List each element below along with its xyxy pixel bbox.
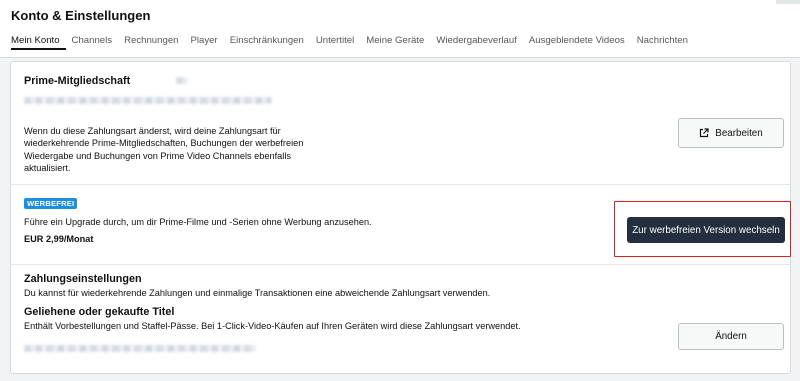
tab-mein-konto[interactable]: Mein Konto <box>11 34 66 50</box>
tab-channels[interactable]: Channels <box>66 34 119 58</box>
tab-player[interactable]: Player <box>185 34 224 58</box>
prime-title: Prime-Mitgliedschaft <box>24 75 131 87</box>
account-tabs: Mein Konto Channels Rechnungen Player Ei… <box>11 34 694 58</box>
page-title: Konto & Einstellungen <box>11 8 151 23</box>
rented-description: Enthält Vorbestellungen und Staffel-Päss… <box>24 321 521 331</box>
tab-wiedergabeverlauf[interactable]: Wiedergabeverlauf <box>430 34 523 58</box>
payment-title: Zahlungseinstellungen <box>24 273 142 285</box>
tab-untertitel[interactable]: Untertitel <box>310 34 360 58</box>
tab-ausgeblendete-videos[interactable]: Ausgeblendete Videos <box>523 34 631 58</box>
rented-title: Geliehene oder gekaufte Titel <box>24 306 175 318</box>
werbefrei-badge: WERBEFREI <box>24 198 78 209</box>
tab-rechnungen[interactable]: Rechnungen <box>118 34 184 58</box>
prime-description: Wenn du diese Zahlungsart änderst, wird … <box>24 126 304 173</box>
header-bar: Konto & Einstellungen Mein Konto Channel… <box>0 0 800 58</box>
edit-button-label: Bearbeiten <box>715 127 763 139</box>
adfree-price: EUR 2,99/Monat <box>24 234 94 244</box>
adfree-section: WERBEFREI Führe ein Upgrade durch, um di… <box>11 185 791 265</box>
account-card: Prime-Mitgliedschaft Wenn du diese Zahlu… <box>10 61 791 374</box>
tab-meine-geraete[interactable]: Meine Geräte <box>360 34 430 58</box>
tab-nachrichten[interactable]: Nachrichten <box>631 34 694 58</box>
redacted-payment-method <box>24 345 256 352</box>
external-link-icon <box>700 128 709 138</box>
adfree-description: Führe ein Upgrade durch, um dir Prime-Fi… <box>24 217 372 227</box>
switch-to-adfree-button[interactable]: Zur werbefreien Version wechseln <box>627 217 785 243</box>
change-button[interactable]: Ändern <box>678 323 784 350</box>
prime-membership-section: Prime-Mitgliedschaft Wenn du diese Zahlu… <box>11 62 790 185</box>
redacted-membership-details <box>24 97 272 104</box>
redacted-info <box>176 77 188 84</box>
window-edge <box>776 0 800 4</box>
edit-button[interactable]: Bearbeiten <box>678 118 784 148</box>
payment-settings-section: Zahlungseinstellungen Du kannst für wied… <box>11 265 790 375</box>
tab-einschraenkungen[interactable]: Einschränkungen <box>224 34 310 58</box>
payment-description: Du kannst für wiederkehrende Zahlungen u… <box>24 288 491 298</box>
